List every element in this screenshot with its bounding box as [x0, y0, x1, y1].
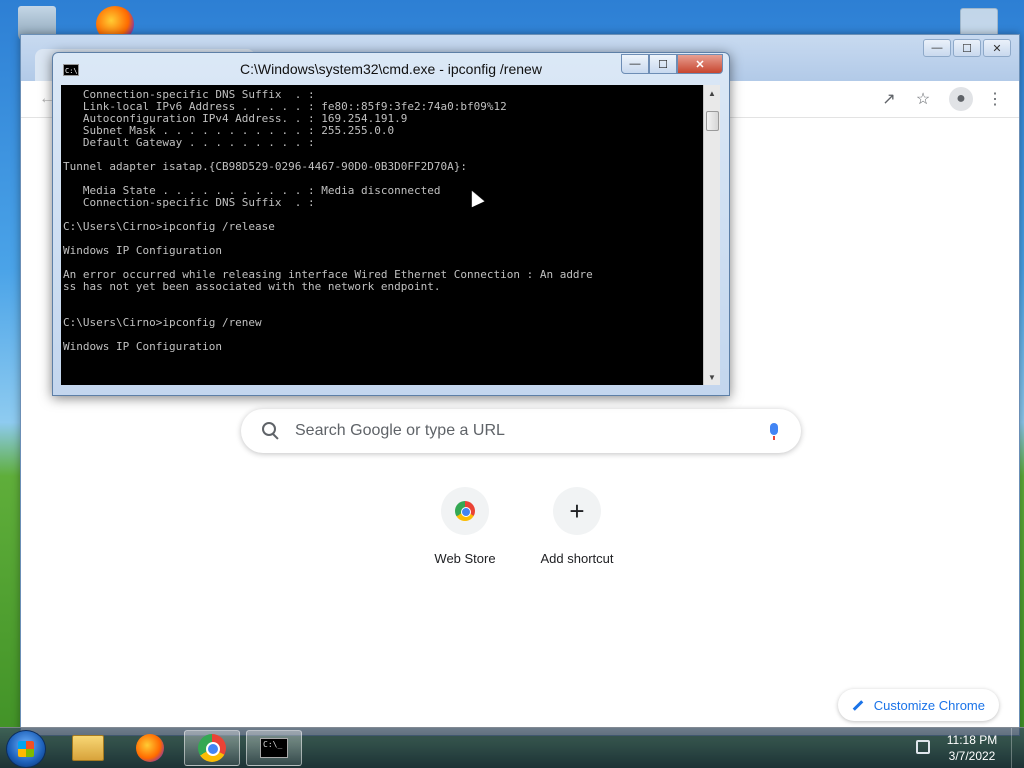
network-icon[interactable]: [916, 740, 930, 754]
shortcut-tile[interactable]: +: [553, 487, 601, 535]
cmd-output-text: Connection-specific DNS Suffix . : Link-…: [63, 88, 593, 353]
share-icon[interactable]: ↗: [877, 87, 901, 111]
shortcut-add[interactable]: + Add shortcut: [521, 487, 633, 566]
cmd-close-button[interactable]: ✕: [677, 54, 723, 74]
start-button[interactable]: [6, 730, 46, 768]
more-menu-icon[interactable]: ⋮: [983, 87, 1007, 111]
taskbar: C:\_ 11:18 PM 3/7/2022: [0, 727, 1024, 768]
microphone-icon[interactable]: [769, 423, 779, 440]
cmd-maximize-button[interactable]: ☐: [649, 54, 677, 74]
scroll-down-arrow-icon[interactable]: ▼: [704, 369, 720, 385]
search-box[interactable]: [241, 409, 801, 453]
maximize-button[interactable]: ☐: [953, 39, 981, 57]
chrome-window-controls: — ☐ ✕: [923, 39, 1011, 57]
shortcut-tile[interactable]: [441, 487, 489, 535]
search-icon: [261, 421, 281, 441]
cmd-scrollbar[interactable]: ▲ ▼: [703, 85, 720, 385]
cmd-minimize-button[interactable]: —: [621, 54, 649, 74]
taskbar-explorer[interactable]: [60, 730, 116, 766]
chrome-icon: [198, 734, 226, 762]
customize-chrome-button[interactable]: Customize Chrome: [837, 689, 999, 721]
cmd-window-controls: — ☐ ✕: [621, 54, 723, 74]
plus-icon: +: [569, 496, 585, 526]
shortcut-label: Web Store: [434, 551, 496, 566]
cmd-icon: C:\_: [260, 738, 288, 758]
clock-time: 11:18 PM: [946, 733, 998, 747]
scroll-up-arrow-icon[interactable]: ▲: [704, 85, 720, 101]
close-button[interactable]: ✕: [983, 39, 1011, 57]
customize-chrome-label: Customize Chrome: [873, 697, 985, 713]
windows-logo-icon: [18, 741, 34, 757]
bookmark-star-icon[interactable]: ☆: [911, 87, 935, 111]
taskbar-cmd[interactable]: C:\_: [246, 730, 302, 766]
cmd-console[interactable]: Connection-specific DNS Suffix . : Link-…: [61, 85, 703, 385]
scroll-thumb[interactable]: [706, 111, 719, 131]
webstore-icon: [455, 501, 475, 521]
shortcut-web-store[interactable]: Web Store: [409, 487, 521, 566]
system-clock[interactable]: 11:18 PM 3/7/2022: [940, 732, 1004, 764]
clock-date: 3/7/2022: [948, 749, 996, 763]
minimize-button[interactable]: —: [923, 39, 951, 57]
shortcut-label: Add shortcut: [540, 551, 614, 566]
cmd-window: C:\ C:\Windows\system32\cmd.exe - ipconf…: [52, 52, 730, 396]
folder-icon: [72, 735, 104, 761]
cmd-titlebar[interactable]: C:\ C:\Windows\system32\cmd.exe - ipconf…: [53, 53, 729, 83]
firefox-icon: [136, 734, 164, 762]
pencil-icon: [852, 699, 864, 711]
taskbar-firefox[interactable]: [122, 730, 178, 766]
search-input[interactable]: [293, 421, 769, 441]
profile-avatar-icon[interactable]: ●: [949, 87, 973, 111]
show-desktop-button[interactable]: [1011, 728, 1024, 768]
taskbar-chrome[interactable]: [184, 730, 240, 766]
